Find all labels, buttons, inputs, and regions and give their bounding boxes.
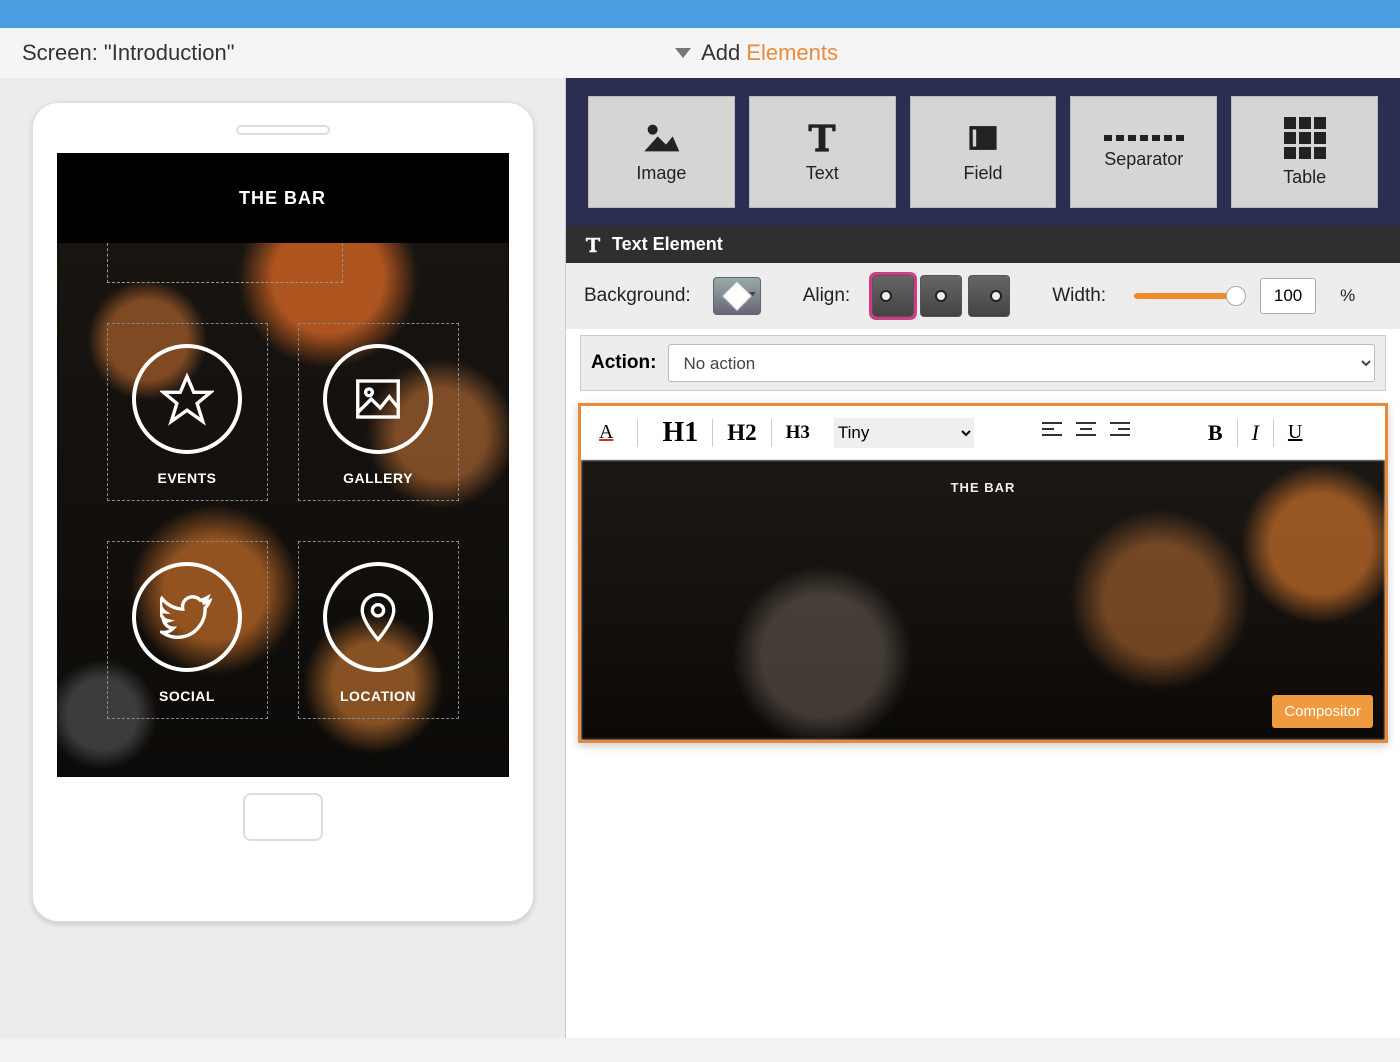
tile-location[interactable]: LOCATION bbox=[298, 541, 459, 719]
bold-button[interactable]: B bbox=[1208, 420, 1223, 446]
tile-label: LOCATION bbox=[340, 688, 416, 704]
page-header: Screen: "Introduction" Add Elements bbox=[0, 28, 1400, 78]
italic-button[interactable]: I bbox=[1252, 420, 1259, 446]
tablet-frame: THE BAR EVENTS GALLERY bbox=[32, 102, 534, 922]
element-image[interactable]: Image bbox=[588, 96, 735, 208]
width-slider[interactable] bbox=[1134, 293, 1238, 299]
align-center-icon[interactable] bbox=[1076, 421, 1096, 444]
add-elements-link[interactable]: Add Elements bbox=[675, 40, 838, 66]
width-input[interactable] bbox=[1260, 278, 1316, 314]
preview-tiles-grid: EVENTS GALLERY SOCIAL bbox=[57, 323, 509, 719]
twitter-icon bbox=[132, 562, 242, 672]
star-icon bbox=[132, 344, 242, 454]
heading-h3-button[interactable]: H3 bbox=[786, 422, 810, 444]
add-label: Add bbox=[701, 40, 740, 66]
element-label: Field bbox=[963, 163, 1002, 184]
divider bbox=[771, 419, 772, 447]
text-element-header: Text Element bbox=[566, 226, 1400, 263]
text-icon bbox=[584, 236, 602, 254]
chevron-down-icon bbox=[748, 292, 756, 297]
element-field[interactable]: Field bbox=[910, 96, 1057, 208]
editor-toolbar: A H1 H2 H3 Tiny bbox=[581, 406, 1385, 460]
heading-h1-button[interactable]: H1 bbox=[662, 417, 698, 449]
separator-icon bbox=[1104, 135, 1184, 141]
divider bbox=[712, 419, 713, 447]
editor-background bbox=[581, 460, 1385, 740]
width-label: Width: bbox=[1052, 285, 1106, 307]
editor-canvas[interactable]: THE BAR Compositor bbox=[581, 460, 1385, 740]
align-right-icon[interactable] bbox=[1110, 421, 1130, 444]
paragraph-align-group bbox=[1042, 421, 1130, 444]
editor-text-content[interactable]: THE BAR bbox=[581, 460, 1385, 495]
tile-social[interactable]: SOCIAL bbox=[107, 541, 268, 719]
text-editor: A H1 H2 H3 Tiny bbox=[578, 403, 1388, 743]
table-icon bbox=[1284, 117, 1326, 159]
align-left-button[interactable] bbox=[872, 275, 914, 317]
field-icon bbox=[963, 121, 1003, 155]
editor-pane: Image Text Field Separator Table Text El… bbox=[565, 78, 1400, 1038]
preview-screen[interactable]: THE BAR EVENTS GALLERY bbox=[57, 153, 509, 777]
divider bbox=[637, 419, 638, 447]
align-group bbox=[872, 275, 1010, 317]
tile-label: GALLERY bbox=[343, 470, 413, 486]
element-separator[interactable]: Separator bbox=[1070, 96, 1217, 208]
section-title: Text Element bbox=[612, 234, 723, 255]
compositor-button[interactable]: Compositor bbox=[1272, 695, 1373, 728]
pin-icon bbox=[323, 562, 433, 672]
tile-gallery[interactable]: GALLERY bbox=[298, 323, 459, 501]
tile-label: SOCIAL bbox=[159, 688, 215, 704]
text-icon bbox=[802, 121, 842, 155]
style-group: B I U bbox=[1208, 419, 1302, 447]
image-icon bbox=[641, 121, 681, 155]
picture-icon bbox=[323, 344, 433, 454]
divider bbox=[1273, 419, 1274, 447]
action-label: Action: bbox=[591, 352, 656, 374]
tablet-home-button[interactable] bbox=[243, 793, 323, 841]
tile-events[interactable]: EVENTS bbox=[107, 323, 268, 501]
top-app-bar bbox=[0, 0, 1400, 28]
align-left-icon[interactable] bbox=[1042, 421, 1062, 444]
font-select[interactable]: Tiny bbox=[834, 418, 974, 448]
element-label: Image bbox=[636, 163, 686, 184]
preview-title: THE BAR bbox=[239, 188, 326, 209]
align-right-button[interactable] bbox=[968, 275, 1010, 317]
elements-palette: Image Text Field Separator Table bbox=[566, 78, 1400, 226]
text-controls-row: Background: Align: Width: % bbox=[566, 263, 1400, 329]
preview-title-bar[interactable]: THE BAR bbox=[57, 153, 509, 243]
underline-button[interactable]: U bbox=[1288, 421, 1302, 444]
width-unit: % bbox=[1340, 286, 1355, 306]
action-row: Action: No action bbox=[580, 335, 1386, 391]
tablet-speaker bbox=[236, 125, 330, 135]
elements-link: Elements bbox=[746, 40, 838, 66]
tile-label: EVENTS bbox=[157, 470, 216, 486]
action-select[interactable]: No action bbox=[668, 344, 1375, 382]
screen-title: Screen: "Introduction" bbox=[22, 40, 235, 66]
align-label: Align: bbox=[803, 285, 851, 307]
element-label: Separator bbox=[1104, 149, 1183, 170]
preview-placeholder-slot[interactable] bbox=[107, 243, 343, 283]
heading-group: H1 H2 H3 bbox=[662, 417, 809, 449]
preview-pane: THE BAR EVENTS GALLERY bbox=[0, 78, 565, 1038]
element-label: Text bbox=[806, 163, 839, 184]
element-text[interactable]: Text bbox=[749, 96, 896, 208]
divider bbox=[1237, 419, 1238, 447]
background-label: Background: bbox=[584, 285, 691, 307]
heading-h2-button[interactable]: H2 bbox=[727, 420, 756, 446]
element-label: Table bbox=[1283, 167, 1326, 188]
align-center-button[interactable] bbox=[920, 275, 962, 317]
element-table[interactable]: Table bbox=[1231, 96, 1378, 208]
text-color-button[interactable]: A bbox=[599, 421, 613, 444]
dropdown-triangle-icon bbox=[675, 48, 691, 58]
background-color-picker[interactable] bbox=[713, 277, 761, 315]
slider-thumb[interactable] bbox=[1226, 286, 1246, 306]
